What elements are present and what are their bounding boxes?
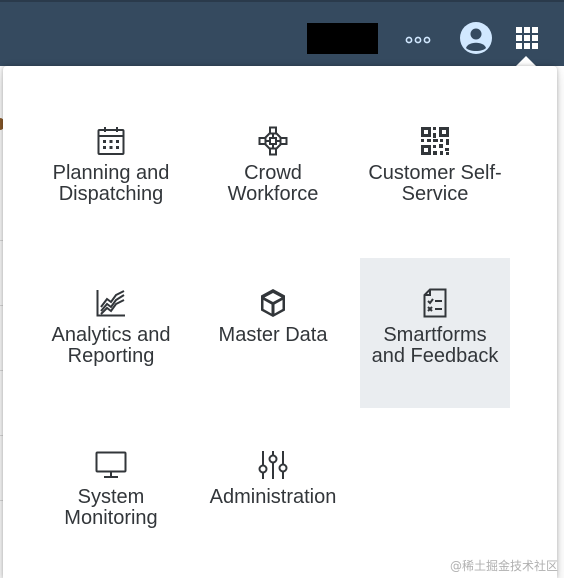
monitor-icon bbox=[95, 449, 127, 481]
tile-label: Customer Self-Service bbox=[368, 162, 502, 205]
shell-bar bbox=[0, 0, 564, 66]
cube-icon bbox=[259, 287, 287, 319]
network-icon bbox=[258, 125, 288, 157]
popover-arrow bbox=[516, 56, 536, 66]
tile-label: Master Data bbox=[218, 324, 328, 346]
tile-label: Administration bbox=[209, 486, 337, 508]
tile-label: Analytics and Reporting bbox=[51, 324, 171, 367]
products-button[interactable] bbox=[508, 19, 546, 57]
grid-icon bbox=[516, 27, 538, 49]
sliders-icon bbox=[258, 449, 288, 481]
user-avatar-button[interactable] bbox=[457, 19, 495, 57]
tile-administration[interactable]: Administration bbox=[198, 420, 348, 570]
tile-master-data[interactable]: Master Data bbox=[198, 258, 348, 408]
tile-customer-self-service[interactable]: Customer Self-Service bbox=[360, 96, 510, 246]
tile-label: Planning and Dispatching bbox=[52, 162, 170, 205]
tile-analytics-and-reporting[interactable]: Analytics and Reporting bbox=[36, 258, 186, 408]
overflow-button[interactable] bbox=[398, 26, 438, 54]
watermark: @稀土掘金技术社区 bbox=[449, 559, 558, 573]
tile-label: System Monitoring bbox=[64, 486, 158, 529]
redacted-block bbox=[307, 23, 378, 54]
calendar-icon bbox=[97, 125, 125, 157]
tile-system-monitoring[interactable]: System Monitoring bbox=[36, 420, 186, 570]
line-chart-icon bbox=[96, 287, 126, 319]
product-switch-popover: Planning and Dispatching Crowd Workforce bbox=[3, 66, 557, 578]
user-avatar-icon bbox=[459, 21, 493, 55]
checklist-document-icon bbox=[423, 287, 447, 319]
tile-planning-and-dispatching[interactable]: Planning and Dispatching bbox=[36, 96, 186, 246]
overflow-icon bbox=[405, 36, 431, 44]
tile-label: Crowd Workforce bbox=[227, 162, 319, 205]
qr-code-icon bbox=[421, 125, 449, 157]
tile-label: Smartforms and Feedback bbox=[371, 324, 499, 367]
tile-crowd-workforce[interactable]: Crowd Workforce bbox=[198, 96, 348, 246]
tile-smartforms-and-feedback[interactable]: Smartforms and Feedback bbox=[360, 258, 510, 408]
